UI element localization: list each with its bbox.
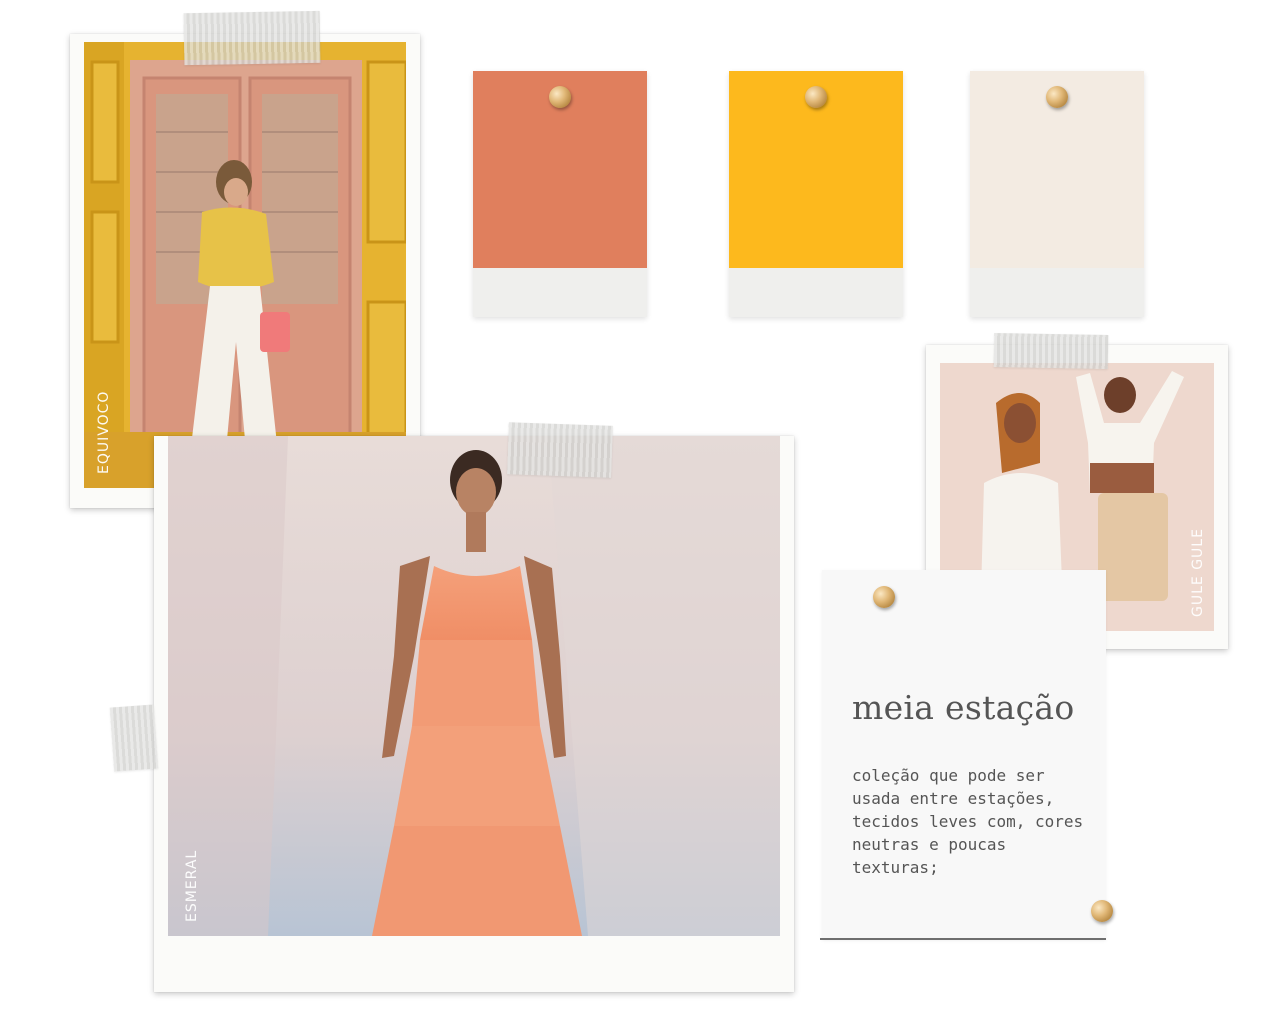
pin-icon [1091, 900, 1113, 922]
pin-icon [873, 586, 895, 608]
photo-card-esmeral: ESMERAL [154, 436, 794, 992]
photo-credit-gule-gule: GULE GULE [1190, 528, 1206, 617]
pin-icon [805, 86, 827, 108]
note-divider [820, 938, 1106, 940]
tape-strip [183, 10, 321, 66]
moodboard-description: coleção que pode ser usada entre estaçõe… [852, 766, 1084, 877]
photo-credit-equivoco: EQUIVOCO [96, 390, 112, 474]
photo-esmeral [168, 436, 780, 936]
note-card [822, 570, 1106, 940]
photo-credit-esmeral: ESMERAL [184, 849, 200, 922]
tape-strip [109, 704, 159, 772]
photo-equivoco [84, 42, 406, 488]
moodboard-title: meia estação [852, 688, 1075, 727]
tape-strip [993, 333, 1109, 369]
pin-icon [1046, 86, 1068, 108]
tape-strip [507, 422, 613, 478]
pin-icon [549, 86, 571, 108]
